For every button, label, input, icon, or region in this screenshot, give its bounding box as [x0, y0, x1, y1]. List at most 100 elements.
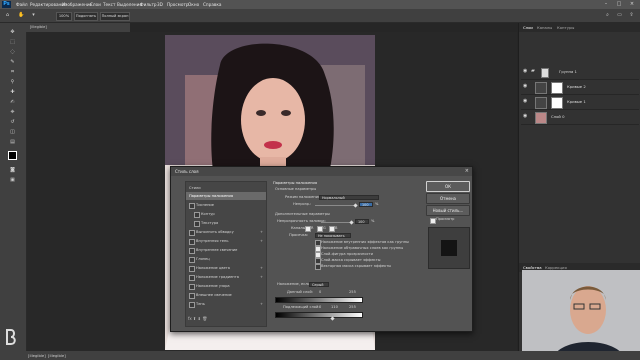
close-window-button[interactable]: × — [626, 0, 638, 9]
checkbox[interactable] — [189, 257, 195, 263]
eye-icon[interactable]: ◉ — [523, 114, 528, 119]
checkbox[interactable] — [189, 284, 195, 290]
inner-shadow-item[interactable]: Внутренняя тень + — [186, 237, 266, 245]
status-zoom[interactable]: [illegible] — [28, 351, 46, 360]
fill-opacity-slider[interactable] — [321, 222, 351, 223]
minimize-button[interactable]: – — [600, 0, 612, 9]
add-icon[interactable]: + — [260, 273, 263, 281]
eyedropper-tool-icon[interactable]: ⚲ — [9, 79, 16, 86]
eraser-tool-icon[interactable]: ◫ — [9, 129, 16, 136]
menu-view[interactable]: Просмотр — [167, 1, 189, 8]
add-icon[interactable]: + — [260, 264, 263, 272]
add-icon[interactable]: + — [260, 300, 263, 308]
search-icon[interactable]: ⌕ — [604, 12, 611, 19]
marquee-tool-icon[interactable]: ⬚ — [9, 39, 16, 46]
checkbox[interactable] — [189, 275, 195, 281]
crop-tool-icon[interactable]: ⌗ — [9, 69, 16, 76]
checkbox[interactable] — [194, 212, 200, 218]
layer-row[interactable]: ◉ Слой 0 — [521, 110, 639, 125]
checkbox[interactable] — [189, 302, 195, 308]
eye-icon[interactable]: ◉ — [523, 69, 528, 74]
move-tool-icon[interactable]: ✥ — [9, 29, 16, 36]
eye-icon[interactable]: ◉ — [523, 84, 528, 89]
menu-3d[interactable]: 3D — [157, 1, 163, 8]
menu-layers[interactable]: Слои — [90, 1, 101, 8]
blend-if-select[interactable]: Серый — [309, 282, 329, 287]
tab-paths[interactable]: Контуры — [557, 24, 574, 31]
tab-channels[interactable]: Каналы — [537, 24, 552, 31]
menu-type[interactable]: Текст — [103, 1, 115, 8]
color-overlay-item[interactable]: Наложение цвета + — [186, 264, 266, 272]
stroke-item[interactable]: Выполнить обводку + — [186, 228, 266, 236]
fill-screen-button[interactable]: Полный экран — [100, 12, 130, 21]
foreground-color-swatch[interactable] — [8, 151, 17, 160]
share-icon[interactable]: ⇪ — [628, 12, 635, 19]
layer-row[interactable]: ◉ Кривые 1 — [521, 95, 639, 110]
checkbox[interactable] — [189, 203, 195, 209]
this-layer-gradient[interactable] — [275, 297, 363, 303]
add-icon[interactable]: + — [260, 237, 263, 245]
menu-filter[interactable]: Фильтр — [140, 1, 157, 8]
satin-item[interactable]: Глянец — [186, 255, 266, 263]
layer-row[interactable]: ◉ ▰ Группа 1 — [521, 65, 639, 80]
tab-layers[interactable]: Слои — [523, 24, 533, 31]
brush-tool-icon[interactable]: ✍ — [9, 99, 16, 106]
chevron-down-icon[interactable]: ▾ — [30, 12, 37, 19]
hand-tool-icon[interactable]: ✋ — [18, 12, 25, 19]
maximize-button[interactable]: □ — [613, 0, 625, 9]
fit-screen-button[interactable]: Подогнать — [74, 12, 98, 21]
layer-row[interactable]: ◉ Кривые 2 — [521, 80, 639, 95]
menu-file[interactable]: Файл — [16, 1, 28, 8]
close-icon[interactable]: × — [465, 167, 469, 176]
document-tab[interactable]: [illegible] — [26, 23, 130, 32]
menu-help[interactable]: Справка — [203, 1, 221, 8]
opacity-input[interactable]: 100 — [359, 202, 373, 207]
menu-window[interactable]: Окно — [188, 1, 199, 8]
styles-item[interactable]: Стили — [186, 184, 266, 192]
gradient-overlay-item[interactable]: Наложение градиента + — [186, 273, 266, 281]
gradient-tool-icon[interactable]: ▤ — [9, 139, 16, 146]
opacity-slider-knob[interactable] — [353, 203, 358, 208]
texture-item[interactable]: Текстура — [186, 219, 266, 227]
underlying-slider-knob[interactable] — [330, 316, 335, 321]
fill-opacity-slider-knob[interactable] — [349, 220, 354, 225]
quick-mask-icon[interactable]: ◙ — [9, 167, 16, 174]
fill-opacity-input[interactable]: 100 — [355, 219, 369, 224]
new-style-button[interactable]: Новый стиль... — [426, 205, 470, 216]
history-brush-tool-icon[interactable]: ↺ — [9, 119, 16, 126]
add-icon[interactable]: + — [260, 228, 263, 236]
underlying-layer-gradient[interactable] — [275, 312, 363, 318]
clone-stamp-tool-icon[interactable]: ⎈ — [9, 109, 16, 116]
opacity-slider[interactable] — [315, 205, 355, 206]
lasso-tool-icon[interactable]: ◌ — [9, 49, 16, 56]
inner-glow-item[interactable]: Внутреннее свечение — [186, 246, 266, 254]
checkbox[interactable] — [189, 293, 195, 299]
blend-mode-select[interactable]: Нормальный — [319, 195, 379, 200]
workspace-icon[interactable]: ▭ — [616, 12, 623, 19]
menu-select[interactable]: Выделение — [117, 1, 142, 8]
pattern-overlay-item[interactable]: Наложение узора — [186, 282, 266, 290]
quick-select-tool-icon[interactable]: ✎ — [9, 59, 16, 66]
knockout-select[interactable]: Не показывать — [315, 233, 351, 238]
menu-image[interactable]: Изображение — [62, 1, 92, 8]
checkbox[interactable] — [189, 248, 195, 254]
fx-toolbar[interactable]: fx ⬆ ⬇ 🗑 — [188, 316, 207, 321]
ok-button[interactable]: ОК — [426, 181, 470, 192]
screen-mode-icon[interactable]: ▣ — [9, 177, 16, 184]
contour-item[interactable]: Контур — [186, 210, 266, 218]
healing-brush-tool-icon[interactable]: ✚ — [9, 89, 16, 96]
blending-options-item[interactable]: Параметры наложения — [186, 192, 266, 200]
blend-interior-label: Наложение внутренних эффектов как группы — [321, 240, 409, 244]
checkbox[interactable] — [189, 230, 195, 236]
checkbox[interactable] — [194, 221, 200, 227]
zoom-field[interactable]: 100% — [56, 12, 72, 21]
home-icon[interactable]: ⌂ — [4, 12, 11, 19]
outer-glow-item[interactable]: Внешнее свечение — [186, 291, 266, 299]
checkbox[interactable] — [189, 266, 195, 272]
drop-shadow-item[interactable]: Тень + — [186, 300, 266, 308]
eye-icon[interactable]: ◉ — [523, 99, 528, 104]
blending-options-panel: Параметры наложения Основные параметры Р… — [271, 181, 421, 325]
bevel-emboss-item[interactable]: Тиснение — [186, 201, 266, 209]
checkbox[interactable] — [189, 239, 195, 245]
cancel-button[interactable]: Отмена — [426, 193, 470, 204]
